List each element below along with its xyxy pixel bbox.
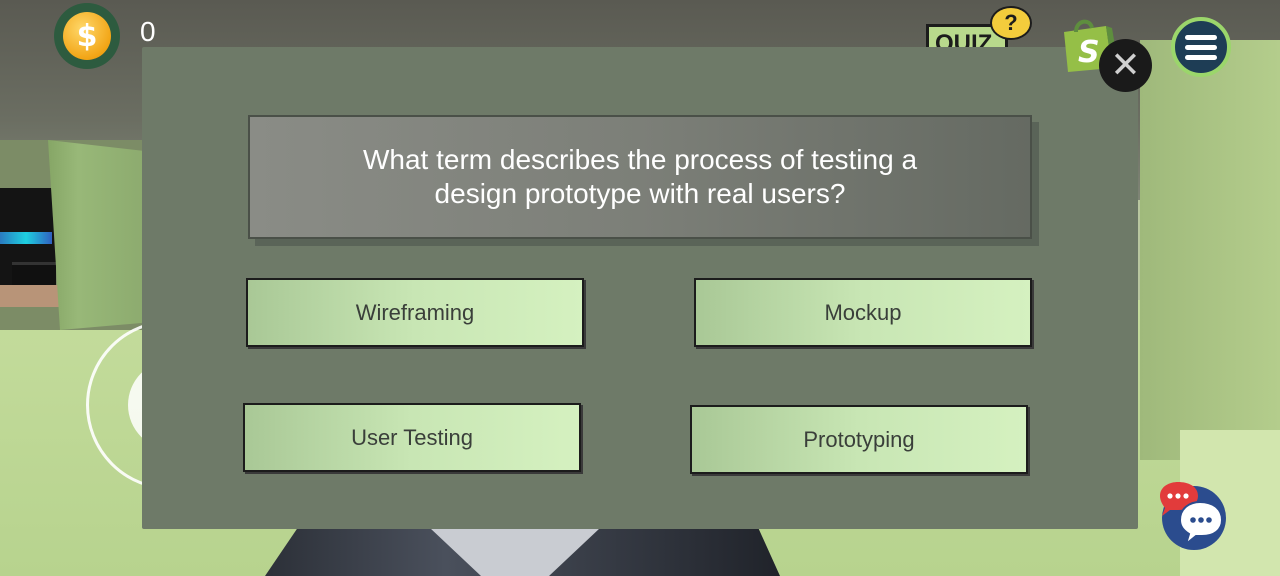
scene-pillar <box>48 140 148 330</box>
answer-button-2[interactable]: Mockup <box>694 278 1032 347</box>
chat-bubbles-icon[interactable] <box>1156 482 1226 550</box>
quiz-help-icon: ? <box>990 6 1032 40</box>
scene-wall-right <box>1140 40 1280 460</box>
scene-floor-tile <box>0 285 60 307</box>
coin-badge: $ <box>54 3 120 69</box>
close-icon[interactable]: ✕ <box>1099 39 1152 92</box>
answer-button-1[interactable]: Wireframing <box>246 278 584 347</box>
menu-bar <box>1185 34 1217 40</box>
scene-shelf-stripe <box>0 232 52 244</box>
question-text: What term describes the process of testi… <box>362 144 918 209</box>
menu-bar <box>1185 44 1217 50</box>
dollar-coin-icon: $ <box>63 12 111 60</box>
answer-button-3[interactable]: User Testing <box>243 403 581 472</box>
hamburger-menu-icon[interactable] <box>1171 17 1231 77</box>
menu-bar <box>1185 54 1217 60</box>
answer-button-4[interactable]: Prototyping <box>690 405 1028 474</box>
question-box: What term describes the process of testi… <box>248 115 1032 239</box>
coin-count: 0 <box>140 16 156 47</box>
svg-text:S: S <box>1078 35 1100 70</box>
